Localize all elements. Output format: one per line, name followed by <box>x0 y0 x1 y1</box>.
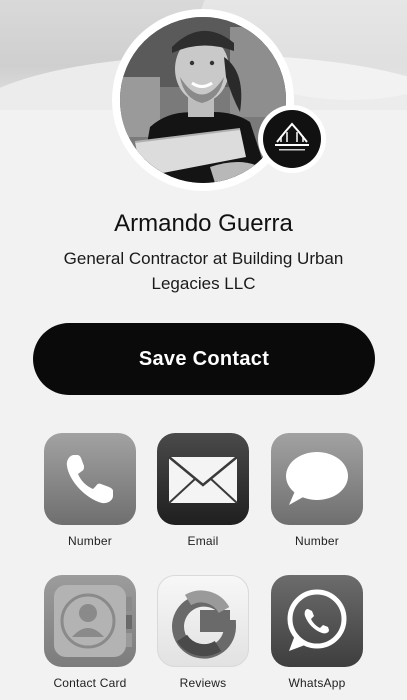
envelope-icon[interactable] <box>157 433 249 525</box>
profile-name: Armando Guerra <box>114 210 293 237</box>
tile-message-number[interactable]: Number <box>271 433 363 548</box>
profile-photo-frame <box>112 9 326 191</box>
tile-phone-number[interactable]: Number <box>44 433 136 548</box>
tile-label: WhatsApp <box>288 676 346 690</box>
company-logo-badge <box>258 105 326 173</box>
tile-whatsapp[interactable]: WhatsApp <box>271 575 363 690</box>
phone-icon[interactable] <box>44 433 136 525</box>
tile-contact-card[interactable]: Contact Card <box>44 575 136 690</box>
message-bubble-icon[interactable] <box>271 433 363 525</box>
tile-label: Contact Card <box>53 676 127 690</box>
save-contact-button[interactable]: Save Contact <box>33 323 375 395</box>
contact-card-icon[interactable] <box>44 575 136 667</box>
company-logo-icon <box>263 110 321 168</box>
tile-reviews[interactable]: Reviews <box>157 575 249 690</box>
avatar <box>120 17 286 183</box>
tile-label: Email <box>187 534 219 548</box>
tile-label: Number <box>68 534 112 548</box>
whatsapp-icon[interactable] <box>271 575 363 667</box>
google-icon[interactable] <box>157 575 249 667</box>
tile-label: Number <box>295 534 339 548</box>
tile-label: Reviews <box>179 676 227 690</box>
tile-email[interactable]: Email <box>157 433 249 548</box>
profile-title: General Contractor at Building Urban Leg… <box>63 249 344 293</box>
